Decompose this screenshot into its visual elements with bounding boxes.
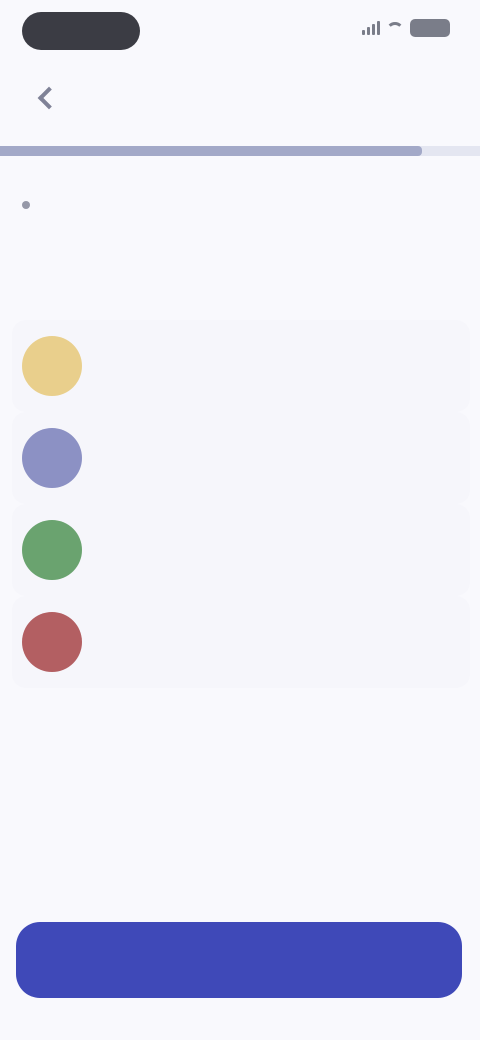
option-icon [22, 336, 82, 396]
status-bar [0, 0, 480, 64]
status-time [22, 12, 140, 50]
option-icon [22, 612, 82, 672]
option-item-2[interactable] [12, 412, 470, 504]
onboarding-screen [0, 0, 480, 1040]
option-list [12, 320, 470, 688]
question-block [22, 190, 442, 217]
option-icon [22, 428, 82, 488]
option-icon [22, 520, 82, 580]
chevron-left-icon [37, 86, 61, 110]
header [0, 64, 480, 146]
question-bullet-icon [22, 201, 30, 209]
option-item-4[interactable] [12, 596, 470, 688]
signal-icon [362, 21, 380, 35]
option-item-3[interactable] [12, 504, 470, 596]
option-item-1[interactable] [12, 320, 470, 412]
progress-bar-fill [0, 146, 423, 156]
question-row [22, 190, 442, 209]
continue-button[interactable] [16, 922, 462, 998]
back-button[interactable] [24, 76, 68, 120]
progress-bar [0, 146, 480, 156]
status-icons [362, 19, 450, 37]
wifi-icon [386, 22, 404, 34]
battery-icon [410, 19, 450, 37]
